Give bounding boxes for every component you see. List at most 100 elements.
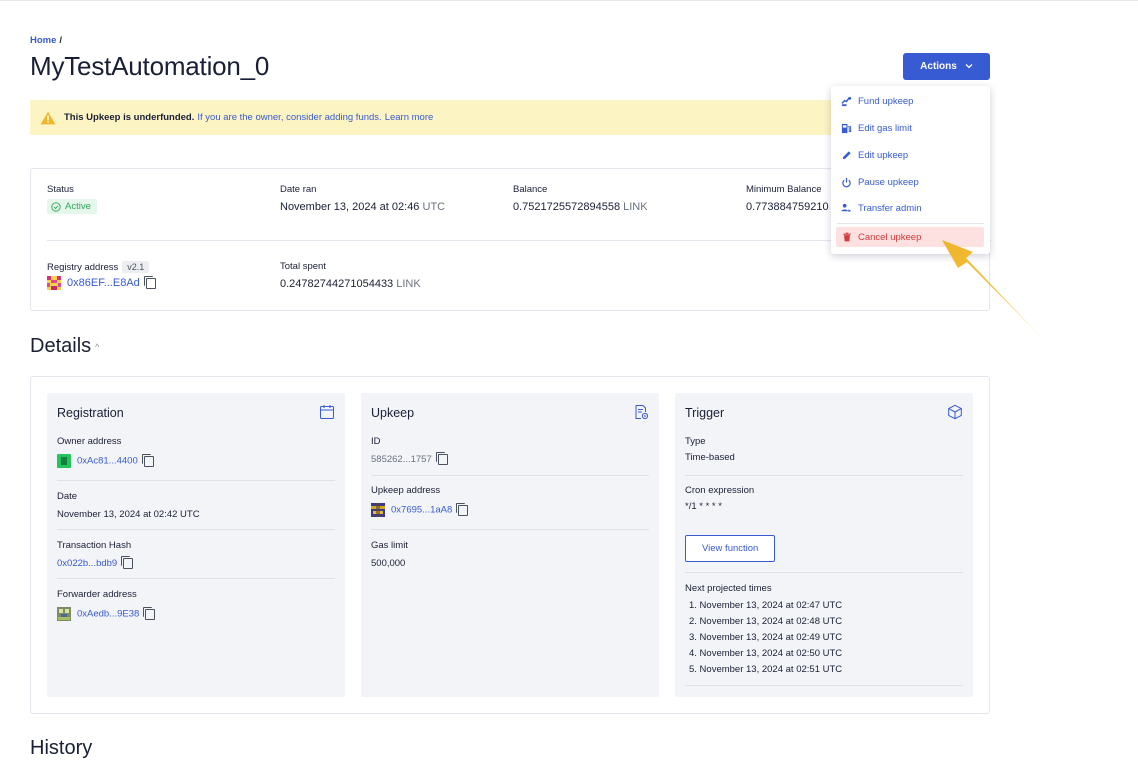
date-label: Date <box>57 491 78 502</box>
id-row: 585262...1757 <box>371 452 649 466</box>
menu-item-label: Fund upkeep <box>858 96 914 107</box>
forwarder-label: Forwarder address <box>57 589 137 600</box>
banner-text: If you are the owner, consider adding fu… <box>197 112 382 123</box>
date-ran-label: Date ran <box>280 184 317 195</box>
id-label: ID <box>371 436 381 447</box>
menu-item-label: Edit upkeep <box>858 150 909 161</box>
min-balance-label: Minimum Balance <box>746 184 822 195</box>
cron-field: Cron expression */1 * * * * <box>685 485 963 512</box>
owner-address-row: 0xAc81...4400 <box>57 453 335 468</box>
forwarder-field: Forwarder address 0xAedb...9E38 <box>57 589 335 621</box>
type-label: Type <box>685 436 706 447</box>
status-label: Status <box>47 184 74 195</box>
date-ran-text: November 13, 2024 at 02:46 <box>280 201 420 213</box>
address-avatar <box>57 454 71 468</box>
chevron-up-icon: ^ <box>95 341 100 352</box>
actions-button[interactable]: Actions <box>903 53 990 80</box>
address-avatar <box>57 607 71 621</box>
forwarder-row: 0xAedb...9E38 <box>57 606 335 621</box>
trigger-title: Trigger <box>685 406 725 420</box>
actions-dropdown-menu: Fund upkeep Edit gas limit Edit upkeep P… <box>831 86 990 254</box>
owner-address-link[interactable]: 0xAc81...4400 <box>77 456 138 467</box>
next-times-label: Next projected times <box>685 583 772 594</box>
actions-button-label: Actions <box>920 61 957 72</box>
forwarder-address-link[interactable]: 0xAedb...9E38 <box>77 609 139 620</box>
copy-icon[interactable] <box>435 452 448 465</box>
menu-item-pause-upkeep[interactable]: Pause upkeep <box>841 177 919 188</box>
registry-address-link[interactable]: 0x86EF...E8Ad <box>67 277 140 289</box>
tx-hash-link[interactable]: 0x022b...bdb9 <box>57 558 117 569</box>
tx-hash-label: Transaction Hash <box>57 540 132 551</box>
registry-cell: Registry address v2.1 0x86EF...E8Ad <box>47 261 156 290</box>
divider <box>57 480 335 481</box>
registration-card: Registration Owner address 0xAc81...4400… <box>47 393 345 697</box>
copy-icon[interactable] <box>456 502 469 516</box>
warning-icon <box>40 111 56 124</box>
menu-item-label: Edit gas limit <box>858 123 912 134</box>
registry-label: Registry address v2.1 <box>47 261 156 273</box>
upkeep-id-value: 585262...1757 <box>371 454 432 466</box>
upkeep-address-link[interactable]: 0x7695...1aA8 <box>391 505 452 516</box>
menu-item-edit-upkeep[interactable]: Edit upkeep <box>841 150 908 161</box>
list-item: 2. November 13, 2024 at 02:48 UTC <box>689 616 843 627</box>
view-function-button[interactable]: View function <box>685 535 776 562</box>
details-heading[interactable]: Details ^ <box>30 335 99 358</box>
cron-value: */1 * * * * <box>685 501 722 512</box>
menu-item-edit-gas-limit[interactable]: Edit gas limit <box>841 123 912 134</box>
list-item: 1. November 13, 2024 at 02:47 UTC <box>689 600 843 611</box>
top-border <box>0 0 1138 1</box>
calendar-icon <box>320 405 334 419</box>
min-balance-value: 0.773884759210 <box>746 201 829 213</box>
divider <box>685 685 963 686</box>
list-item: 5. November 13, 2024 at 02:51 UTC <box>689 664 843 675</box>
date-ran-cell: Date ran November 13, 2024 at 02:46 UTC <box>280 184 445 213</box>
menu-item-label: Pause upkeep <box>858 177 919 188</box>
balance-value: 0.7521725572894558 LINK <box>513 201 648 213</box>
balance-cell: Balance 0.7521725572894558 LINK <box>513 184 648 213</box>
copy-icon[interactable] <box>121 556 134 569</box>
list-item: 4. November 13, 2024 at 02:50 UTC <box>689 648 843 659</box>
date-field: Date November 13, 2024 at 02:42 UTC <box>57 491 335 520</box>
copy-icon[interactable] <box>143 606 156 620</box>
balance-label: Balance <box>513 184 548 195</box>
breadcrumb-separator: / <box>59 35 63 46</box>
cron-label: Cron expression <box>685 485 755 496</box>
balance-amount: 0.7521725572894558 <box>513 201 621 213</box>
next-times-list: 1. November 13, 2024 at 02:47 UTC 2. Nov… <box>689 600 963 680</box>
total-spent-unit: LINK <box>396 278 421 290</box>
power-icon <box>842 177 851 188</box>
gas-limit-label: Gas limit <box>371 540 408 551</box>
tx-hash-field: Transaction Hash 0x022b...bdb9 <box>57 540 335 569</box>
total-spent-cell: Total spent 0.24782744271054433 LINK <box>280 261 421 290</box>
tx-hash-row: 0x022b...bdb9 <box>57 556 335 569</box>
learn-more-link[interactable]: Learn more <box>385 112 434 123</box>
underfunded-banner: This Upkeep is underfunded. If you are t… <box>30 100 890 135</box>
trigger-card: Trigger Type Time-based Cron expression … <box>675 393 973 697</box>
address-avatar <box>371 503 385 517</box>
date-ran-timezone: UTC <box>422 201 446 213</box>
copy-icon[interactable] <box>143 275 156 289</box>
breadcrumb: Home / <box>30 35 62 46</box>
page-title: MyTestAutomation_0 <box>30 51 270 81</box>
divider <box>685 572 963 573</box>
history-heading: History <box>30 737 93 759</box>
list-item: 3. November 13, 2024 at 02:49 UTC <box>689 632 843 643</box>
gas-pump-icon <box>841 123 852 134</box>
cube-icon <box>948 404 962 420</box>
menu-item-transfer-admin[interactable]: Transfer admin <box>841 203 922 214</box>
chevron-down-icon <box>965 63 973 68</box>
divider <box>57 529 335 530</box>
total-spent-label: Total spent <box>280 261 326 272</box>
fund-icon <box>841 96 852 107</box>
owner-address-label: Owner address <box>57 436 122 447</box>
menu-item-fund-upkeep[interactable]: Fund upkeep <box>841 96 913 107</box>
trash-icon <box>843 232 851 242</box>
transfer-user-icon <box>841 203 852 213</box>
id-field: ID 585262...1757 <box>371 436 649 465</box>
copy-icon[interactable] <box>141 453 154 467</box>
status-badge: Active <box>47 199 97 214</box>
registration-title: Registration <box>57 406 124 420</box>
menu-item-cancel-upkeep[interactable]: Cancel upkeep <box>836 227 984 247</box>
breadcrumb-home-link[interactable]: Home <box>30 35 56 46</box>
upkeep-address-field: Upkeep address 0x7695...1aA8 <box>371 485 649 517</box>
